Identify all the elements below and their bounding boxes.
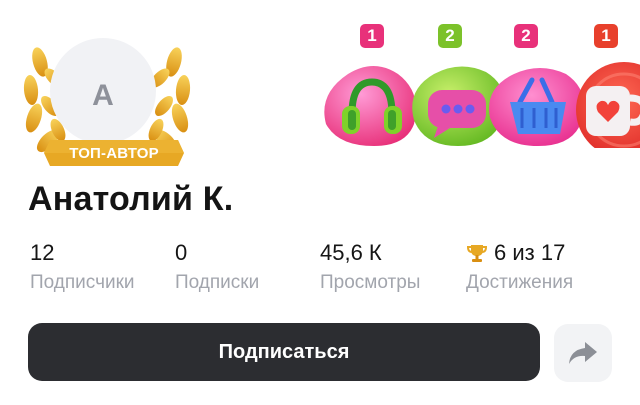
- stat-label: Подписчики: [30, 272, 135, 293]
- stat-value: 12: [30, 240, 55, 265]
- achievements-strip[interactable]: 1 2 2 1: [318, 22, 640, 158]
- stat-views: 45,6 К Просмотры: [320, 240, 420, 294]
- avatar[interactable]: А: [50, 38, 156, 144]
- achievement-count-badge: 1: [592, 22, 620, 50]
- top-author-label: ТОП-АВТОР: [69, 144, 159, 162]
- share-button[interactable]: [554, 324, 612, 382]
- trophy-icon: [466, 245, 488, 262]
- stat-label: Достижения: [466, 272, 574, 293]
- stat-value: 0: [175, 240, 188, 265]
- stat-value: 45,6 К: [320, 240, 382, 265]
- stat-followers[interactable]: 12 Подписчики: [30, 240, 135, 294]
- achievement-mug[interactable]: [568, 54, 640, 158]
- stat-label: Просмотры: [320, 272, 421, 293]
- heart-mug-icon: [576, 62, 640, 158]
- achievement-count-badge: 2: [512, 22, 540, 50]
- stat-achievements[interactable]: 6 из 17 Достижения: [466, 240, 573, 294]
- achievements-progress: 6 из 17: [494, 240, 566, 265]
- share-arrow-icon: [569, 342, 597, 364]
- achievement-count-badge: 1: [358, 22, 386, 50]
- stats-row: 12 Подписчики 0 Подписки 45,6 К Просмотр…: [30, 240, 630, 296]
- subscribe-button[interactable]: Подписаться: [28, 323, 540, 381]
- stat-subscriptions[interactable]: 0 Подписки: [175, 240, 259, 294]
- author-avatar-block: А ТОП-АВТОР: [22, 38, 192, 170]
- stat-value-row: 6 из 17: [466, 240, 573, 266]
- avatar-initial: А: [92, 79, 114, 112]
- achievement-count-badge: 2: [436, 22, 464, 50]
- stat-label: Подписки: [175, 272, 260, 293]
- user-name: Анатолий К.: [28, 180, 234, 218]
- top-author-badge: ТОП-АВТОР: [44, 138, 184, 168]
